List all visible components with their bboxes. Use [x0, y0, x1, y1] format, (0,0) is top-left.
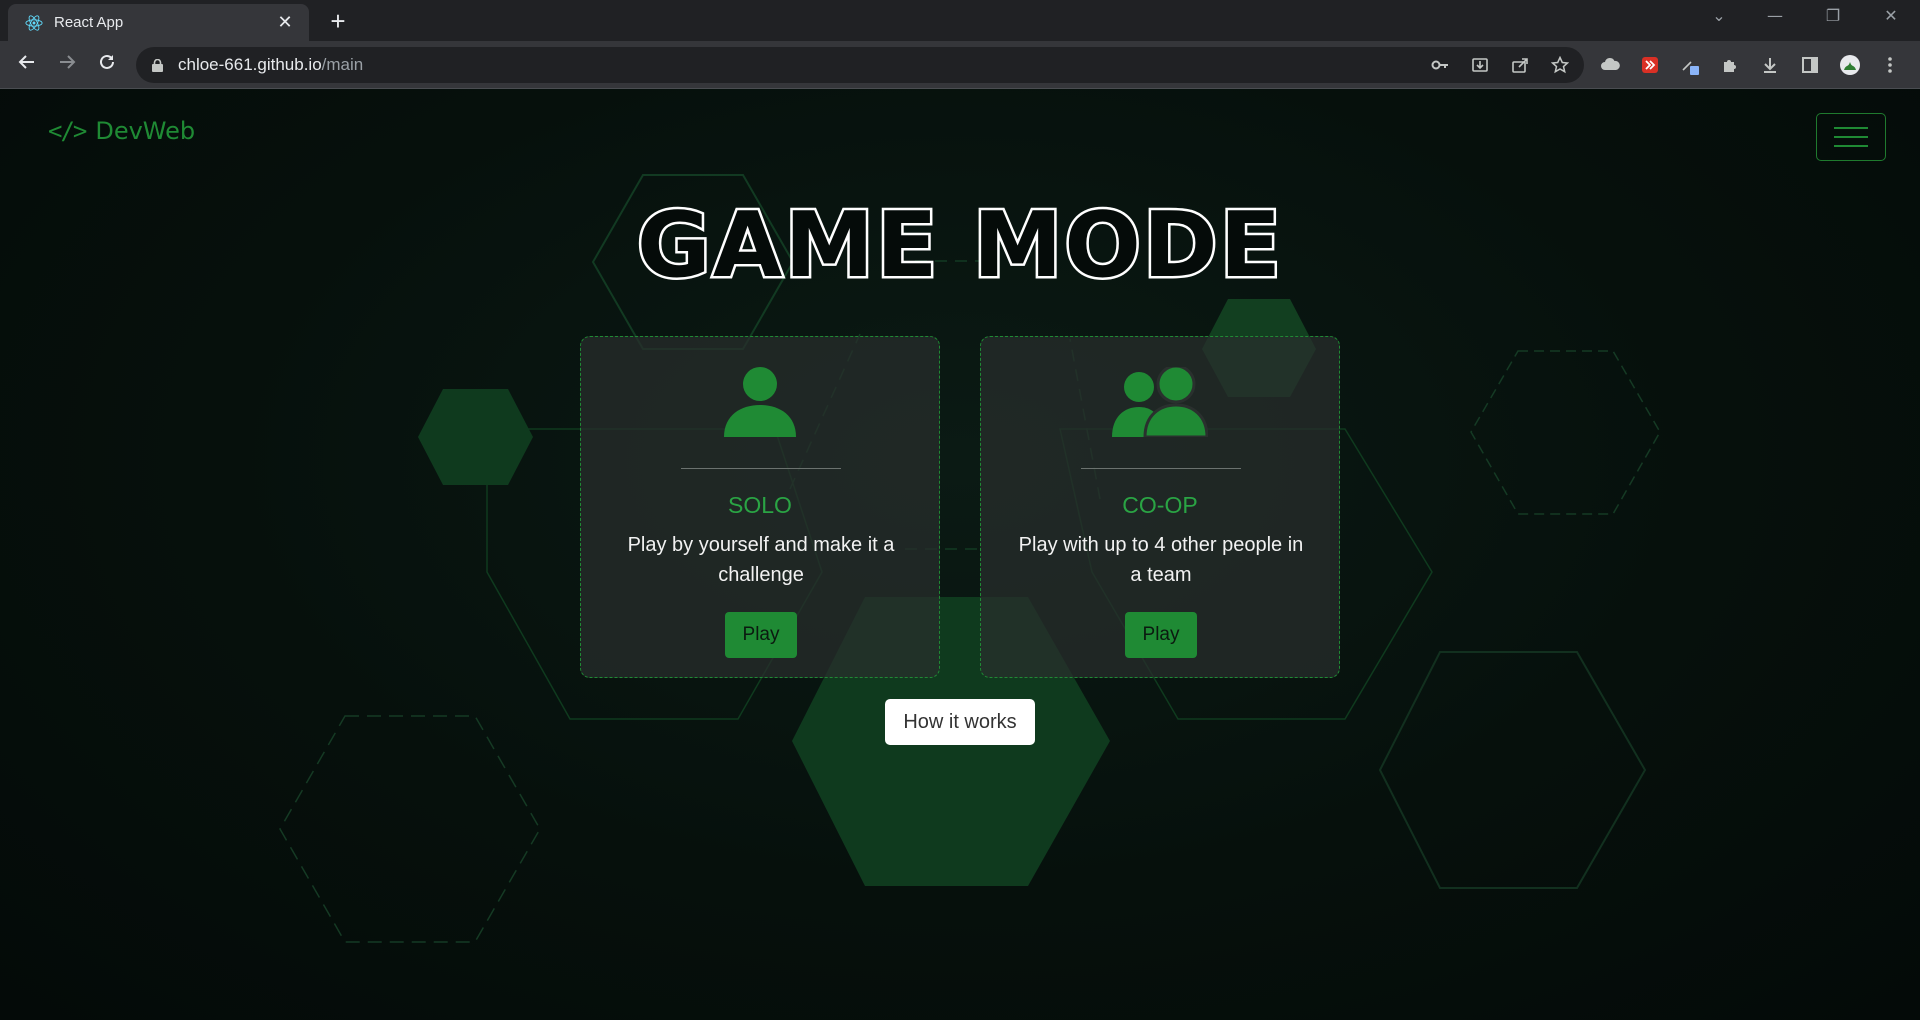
extension-red-icon[interactable]	[1640, 55, 1660, 75]
solo-mode-card: SOLO Play by yourself and make it a chal…	[580, 336, 940, 678]
browser-toolbar: chloe-661.github.io/main	[0, 41, 1920, 89]
brand-name: DevWeb	[95, 117, 196, 145]
page-content: </> DevWeb GAME MODE SOLO Play by yourse…	[0, 89, 1920, 1020]
tab-search-chevron-icon[interactable]: ⌄	[1704, 6, 1734, 25]
react-favicon-icon	[24, 13, 44, 33]
extension-cloud-icon[interactable]	[1600, 55, 1620, 75]
window-close-icon[interactable]: ✕	[1876, 6, 1906, 25]
hamburger-menu-button[interactable]	[1816, 113, 1886, 161]
minimize-icon[interactable]: —	[1760, 6, 1790, 25]
lock-icon[interactable]	[150, 58, 164, 72]
card-mode-title: SOLO	[728, 492, 792, 518]
hexagon-dashed	[279, 715, 541, 943]
install-icon[interactable]	[1470, 55, 1490, 75]
code-icon: </>	[48, 117, 87, 145]
hexagon-outline	[1378, 651, 1647, 889]
page-title: GAME MODE	[634, 191, 1284, 301]
key-icon[interactable]	[1430, 55, 1450, 75]
puzzle-icon[interactable]	[1720, 55, 1740, 75]
hexagon-dashed	[1470, 350, 1661, 515]
address-bar[interactable]: chloe-661.github.io/main	[136, 47, 1584, 83]
sidepanel-icon[interactable]	[1800, 55, 1820, 75]
profile-avatar[interactable]	[1840, 55, 1860, 75]
users-icon	[981, 367, 1339, 437]
card-divider	[1081, 468, 1241, 469]
url-text[interactable]: chloe-661.github.io/main	[178, 55, 363, 75]
share-icon[interactable]	[1510, 55, 1530, 75]
card-description: Play with up to 4 other people in a team	[1018, 534, 1304, 586]
user-icon	[581, 367, 939, 437]
hexagon-filled	[418, 389, 533, 485]
tab-title: React App	[54, 14, 124, 31]
download-icon[interactable]	[1760, 55, 1780, 75]
brand-logo[interactable]: </> DevWeb	[48, 117, 195, 145]
coop-play-button[interactable]: Play	[1125, 612, 1197, 658]
reload-icon[interactable]	[93, 51, 121, 79]
card-divider	[681, 468, 841, 469]
back-icon[interactable]	[13, 51, 41, 79]
forward-icon[interactable]	[53, 51, 81, 79]
card-mode-title: CO-OP	[1122, 492, 1198, 518]
browser-tab-bar: React App ✕ + ⌄ — ❐ ✕	[0, 0, 1920, 41]
close-tab-icon[interactable]: ✕	[275, 12, 295, 33]
how-it-works-button[interactable]: How it works	[885, 699, 1035, 745]
kebab-menu-icon[interactable]	[1880, 55, 1900, 75]
solo-play-button[interactable]: Play	[725, 612, 797, 658]
browser-tab[interactable]: React App ✕	[8, 4, 309, 41]
restore-icon[interactable]: ❐	[1818, 6, 1848, 25]
coop-mode-card: CO-OP Play with up to 4 other people in …	[980, 336, 1340, 678]
card-description: Play by yourself and make it a challenge	[627, 534, 895, 586]
extension-dropper-icon[interactable]	[1680, 55, 1700, 75]
star-icon[interactable]	[1550, 55, 1570, 75]
new-tab-plus-icon[interactable]: +	[324, 8, 352, 36]
